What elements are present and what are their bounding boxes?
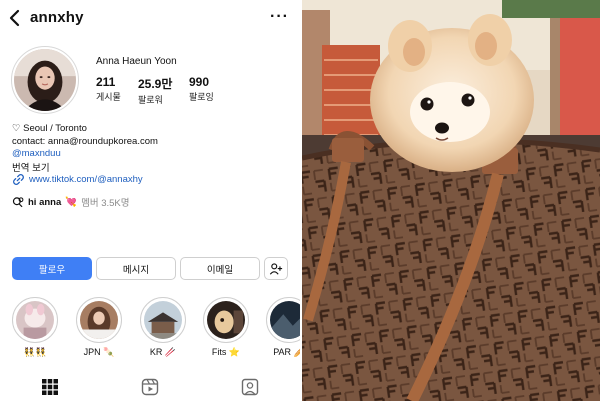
followers-stat[interactable]: 25.9만 팔로워 xyxy=(138,75,172,106)
highlight-item[interactable]: 👯👯 xyxy=(12,297,58,358)
highlight-label: JPN 🍡 xyxy=(83,347,115,357)
highlight-cover xyxy=(144,301,182,339)
grid-icon[interactable] xyxy=(41,378,59,396)
profile-header: annxhy ··· xyxy=(0,0,300,36)
translate-link[interactable]: 번역 보기 xyxy=(12,160,50,174)
followers-label: 팔로워 xyxy=(138,95,163,105)
bio-location: ♡ Seoul / Toronto xyxy=(12,123,87,134)
chevron-left-icon[interactable] xyxy=(6,8,24,28)
following-count: 990 xyxy=(189,75,210,89)
highlight-label: PAR 🥖 xyxy=(273,347,300,357)
channel-icon xyxy=(12,197,24,208)
bio-link-text: www.tiktok.com/@annaxhy xyxy=(29,174,143,185)
following-stat[interactable]: 990 팔로잉 xyxy=(189,75,214,103)
highlight-cover xyxy=(207,301,245,339)
channel-emoji: 💘 xyxy=(65,196,78,208)
posts-label: 게시물 xyxy=(96,92,121,102)
channel-members: 멤버 3.5K명 xyxy=(81,198,130,209)
highlight-item[interactable]: KR 🥢 xyxy=(140,297,186,358)
ellipsis-icon[interactable]: ··· xyxy=(270,8,289,26)
email-button[interactable]: 이메일 xyxy=(180,257,260,280)
bio-link-row[interactable]: www.tiktok.com/@annaxhy xyxy=(12,173,143,186)
highlight-label: 👯👯 xyxy=(23,347,47,357)
bio-contact: contact: anna@roundupkorea.com xyxy=(12,136,158,147)
bio-mention[interactable]: @maxnduu xyxy=(12,148,61,159)
posts-count: 211 xyxy=(96,75,116,89)
avatar[interactable] xyxy=(11,46,79,114)
highlight-cover xyxy=(80,301,118,339)
highlight-item[interactable]: PAR 🥖 xyxy=(266,297,300,358)
channel-name: hi anna xyxy=(28,196,62,208)
broadcast-channel-row[interactable]: hi anna 💘 멤버 3.5K명 xyxy=(12,195,130,209)
message-button[interactable]: 메시지 xyxy=(96,257,176,280)
link-icon xyxy=(13,174,24,185)
followers-count: 25.9만 xyxy=(138,77,173,91)
post-photo xyxy=(302,0,600,401)
follow-button[interactable]: 팔로우 xyxy=(12,257,92,280)
profile-full-name: Anna Haeun Yoon xyxy=(96,56,177,67)
highlight-cover xyxy=(16,301,54,339)
highlight-cover xyxy=(270,301,300,339)
highlight-item[interactable]: Fits ⭐ xyxy=(203,297,249,358)
highlight-label: KR 🥢 xyxy=(149,347,177,357)
posts-stat[interactable]: 211 게시물 xyxy=(96,75,121,103)
profile-panel: annxhy ··· Anna Haeun Yoon 211 게시물 25.9만… xyxy=(0,0,300,401)
add-person-icon xyxy=(269,262,283,275)
highlight-item[interactable]: JPN 🍡 xyxy=(76,297,122,358)
highlight-label: Fits ⭐ xyxy=(211,347,241,357)
reels-icon[interactable] xyxy=(141,378,159,396)
add-person-button[interactable] xyxy=(264,257,288,280)
dog-in-bag-photo xyxy=(302,0,600,401)
profile-username: annxhy xyxy=(30,9,84,26)
following-label: 팔로잉 xyxy=(189,92,214,102)
tagged-icon[interactable] xyxy=(241,378,259,396)
profile-tabbar xyxy=(0,372,300,401)
